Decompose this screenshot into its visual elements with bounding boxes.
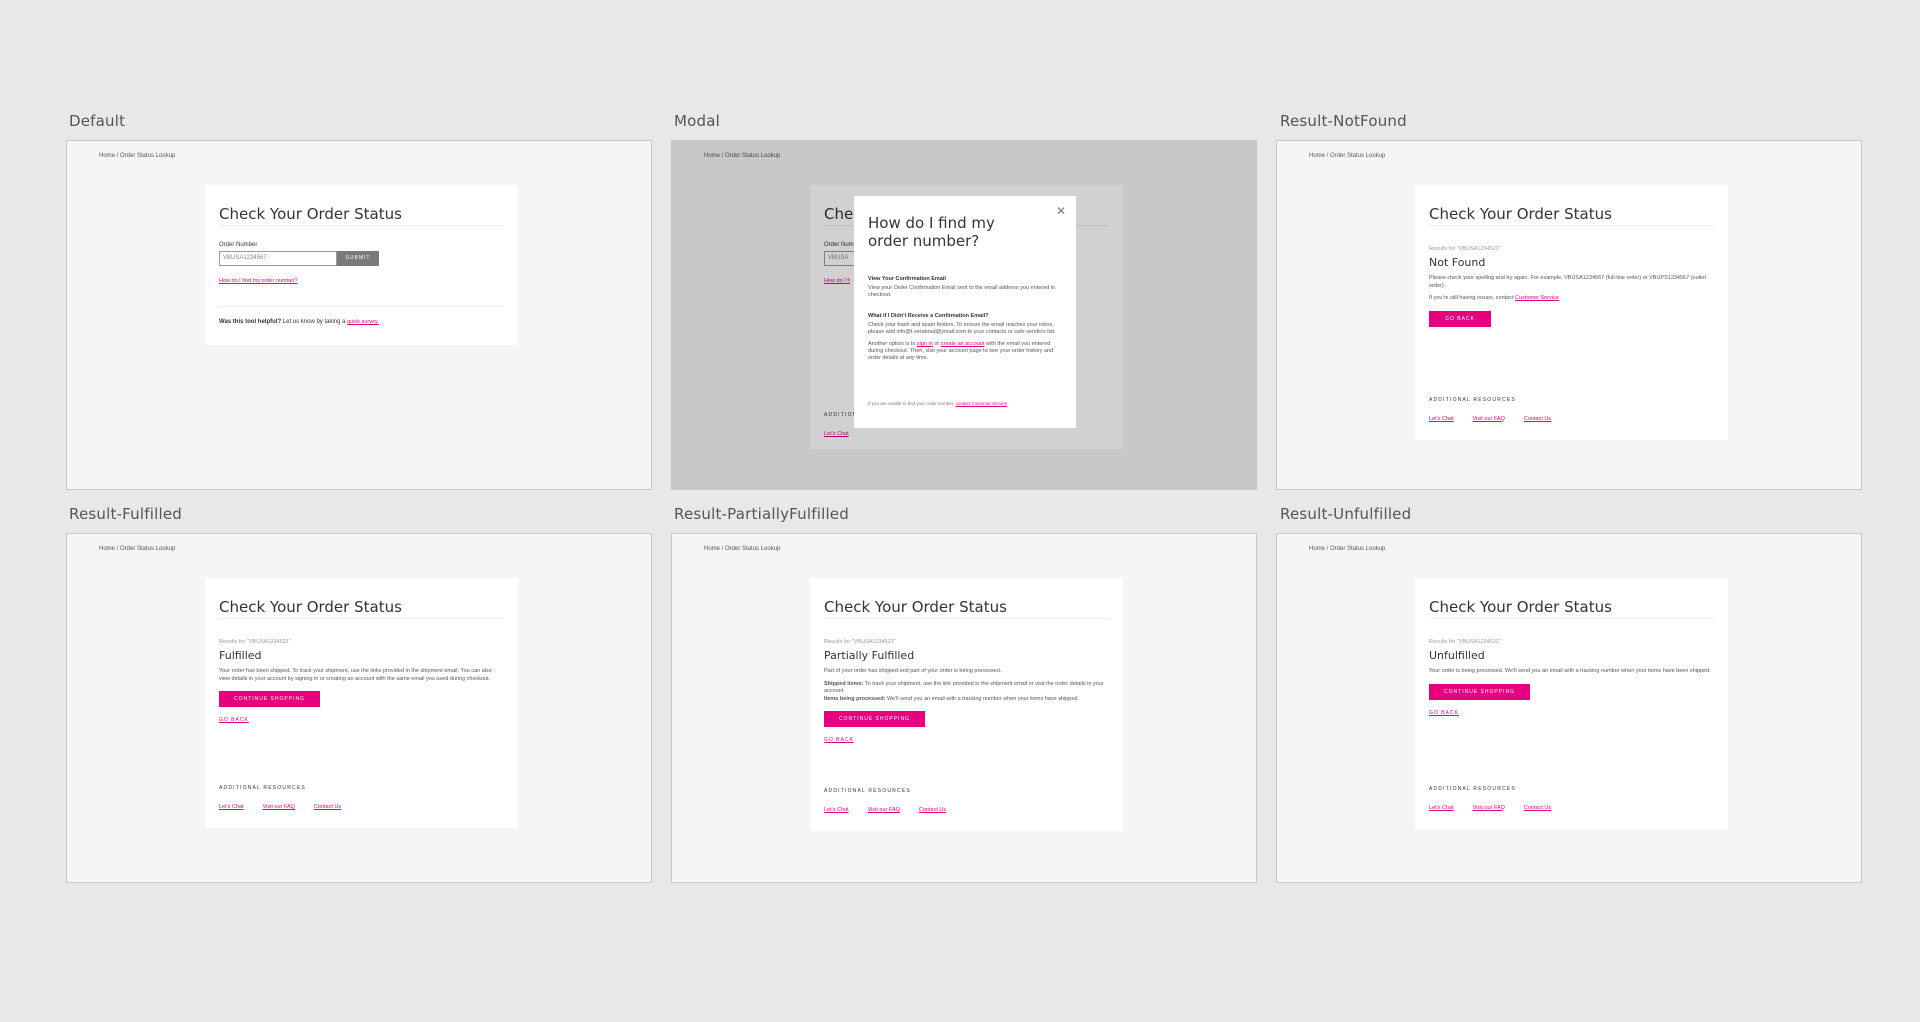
breadcrumb[interactable]: Home / Order Status Lookup	[1309, 153, 1385, 159]
results-for-text: Results for "VBUSA1234521"	[824, 639, 896, 645]
additional-resources-heading: ADDITIONAL RESOURCES	[824, 788, 911, 794]
order-number-input[interactable]: VBUSA1234567	[219, 251, 337, 266]
modal-section2-text: Check your trash and spam folders. To en…	[868, 322, 1056, 335]
status-help-text: If you're still having issues, contact C…	[1429, 295, 1714, 303]
modal-section3-text: Another option is to sign in or create a…	[868, 341, 1062, 362]
visit-faq-link[interactable]: Visit our FAQ	[1473, 416, 1505, 422]
status-text: Your order has been shipped. To track yo…	[219, 668, 492, 682]
frame-label-partial: Result-PartiallyFulfilled	[674, 505, 849, 523]
status-heading: Unfulfilled	[1429, 649, 1485, 662]
continue-shopping-button[interactable]: CONTINUE SHOPPING	[1429, 683, 1530, 700]
helpful-text: Was this tool helpful? Let us know by ta…	[219, 319, 504, 345]
page-title: Check Your Order Status	[824, 578, 1109, 619]
processing-items-text: Items being processed: We'll send you an…	[824, 696, 1109, 704]
visit-faq-link[interactable]: Visit our FAQ	[868, 807, 900, 813]
shipped-items-body: To track your shipment, use the link pro…	[824, 680, 1104, 695]
shipped-items-bold: Shipped items:	[824, 680, 864, 687]
continue-shopping-button[interactable]: CONTINUE SHOPPING	[219, 691, 320, 707]
additional-resources-heading: ADDITIONAL RESOURCES	[1429, 396, 1516, 403]
go-back-link[interactable]: GO BACK	[1429, 710, 1714, 716]
customer-service-link[interactable]: Customer Service	[1515, 295, 1559, 301]
status-heading: Partially Fulfilled	[824, 649, 915, 662]
lets-chat-link[interactable]: Let's Chat	[1429, 805, 1454, 811]
frame-default: Home / Order Status Lookup Check Your Or…	[66, 140, 652, 490]
lets-chat-link[interactable]: Let's Chat	[824, 807, 849, 813]
modal-section1-text: View your Order Confirmation Email sent …	[868, 285, 1055, 298]
results-for-text: Results for "VBUSA1234521"	[219, 639, 291, 645]
lets-chat-link[interactable]: Let's Chat	[1429, 416, 1454, 422]
visit-faq-link[interactable]: Visit our FAQ	[1473, 805, 1505, 811]
modal-section3-prefix: Another option is to	[868, 341, 917, 347]
go-back-link[interactable]: GO BACK	[824, 737, 1109, 743]
divider	[219, 306, 504, 307]
status-text: Part of your order has shipped and part …	[824, 668, 1002, 674]
order-status-card: Check Your Order Status Results for "VBU…	[810, 578, 1123, 831]
processing-items-bold: Items being processed:	[824, 695, 886, 702]
submit-button[interactable]: SUBMIT	[337, 251, 379, 266]
visit-faq-link[interactable]: Visit our FAQ	[263, 804, 295, 810]
order-status-card: Check Your Order Status Results for "VBU…	[1415, 185, 1728, 440]
modal-title: How do I find my order number?	[868, 214, 995, 250]
frame-modal: Home / Order Status Lookup Che Order Num…	[671, 140, 1257, 490]
order-status-card: Check Your Order Status Order Number VBU…	[205, 185, 518, 345]
helpful-bold: Was this tool helpful?	[219, 319, 282, 325]
go-back-link[interactable]: GO BACK	[219, 717, 504, 723]
modal-footer-text: If you are unable to find your order num…	[868, 401, 956, 406]
frame-label-notfound: Result-NotFound	[1280, 112, 1407, 130]
status-heading: Not Found	[1429, 256, 1486, 269]
create-account-link[interactable]: create an account	[941, 341, 985, 347]
page-title: Check Your Order Status	[219, 185, 504, 226]
page-title: Check Your Order Status	[219, 578, 504, 619]
go-back-button[interactable]: GO BACK	[1429, 310, 1491, 327]
order-number-label: Order Number	[219, 242, 258, 248]
contact-customer-service-link[interactable]: contact Customer Service	[956, 401, 1008, 406]
breadcrumb[interactable]: Home / Order Status Lookup	[704, 546, 780, 552]
modal-section3-or: or	[932, 341, 941, 347]
contact-us-link[interactable]: Contact Us	[1524, 416, 1551, 422]
order-status-card: Check Your Order Status Results for "VBU…	[205, 578, 518, 828]
frame-label-modal: Modal	[674, 112, 720, 130]
processing-items-body: We'll send you an email with a tracking …	[885, 695, 1079, 702]
frame-label-fulfilled: Result-Fulfilled	[69, 505, 182, 523]
breadcrumb[interactable]: Home / Order Status Lookup	[99, 153, 175, 159]
frame-notfound: Home / Order Status Lookup Check Your Or…	[1276, 140, 1862, 490]
results-for-text: Results for "VBUSA1234521"	[1429, 639, 1501, 645]
modal-section2-title: What if I Didn't Receive a Confirmation …	[868, 313, 989, 319]
additional-resources-heading: ADDITIONAL RESOURCES	[1429, 785, 1516, 792]
page-title: Check Your Order Status	[1429, 578, 1714, 619]
quick-survey-link[interactable]: quick survey.	[347, 319, 379, 325]
status-text: Your order is being processed. We'll sen…	[1429, 668, 1711, 674]
frame-fulfilled: Home / Order Status Lookup Check Your Or…	[66, 533, 652, 883]
frame-unfulfilled: Home / Order Status Lookup Check Your Or…	[1276, 533, 1862, 883]
frame-label-default: Default	[69, 112, 126, 130]
results-for-text: Results for "VBUSA1234521"	[1429, 246, 1501, 252]
modal-footer: If you are unable to find your order num…	[868, 401, 1007, 406]
frame-partial: Home / Order Status Lookup Check Your Or…	[671, 533, 1257, 883]
contact-us-link[interactable]: Contact Us	[314, 804, 341, 810]
sign-in-link[interactable]: sign in	[917, 341, 933, 347]
shipped-items-text: Shipped items: To track your shipment, u…	[824, 681, 1109, 696]
page-title: Check Your Order Status	[1429, 185, 1714, 226]
modal-section1-title: View Your Confirmation Email	[868, 276, 946, 282]
status-help-prefix: If you're still having issues, contact	[1429, 295, 1516, 301]
continue-shopping-button[interactable]: CONTINUE SHOPPING	[824, 711, 925, 727]
frame-label-unfulfilled: Result-Unfulfilled	[1280, 505, 1412, 523]
status-text: Please check your spelling and try again…	[1429, 275, 1706, 289]
helpful-body: Let us know by taking a	[281, 319, 348, 325]
find-order-number-link[interactable]: How do I find my order number?	[219, 278, 504, 284]
lets-chat-link[interactable]: Let's Chat	[219, 804, 244, 810]
contact-us-link[interactable]: Contact Us	[919, 807, 946, 813]
close-icon[interactable]: ✕	[1056, 204, 1066, 218]
order-status-card: Check Your Order Status Results for "VBU…	[1415, 578, 1728, 829]
breadcrumb[interactable]: Home / Order Status Lookup	[99, 546, 175, 552]
additional-resources-heading: ADDITIONAL RESOURCES	[219, 785, 306, 791]
status-heading: Fulfilled	[219, 649, 262, 662]
find-order-modal: ✕ How do I find my order number? View Yo…	[854, 196, 1076, 428]
breadcrumb[interactable]: Home / Order Status Lookup	[1309, 546, 1385, 552]
contact-us-link[interactable]: Contact Us	[1524, 805, 1551, 811]
